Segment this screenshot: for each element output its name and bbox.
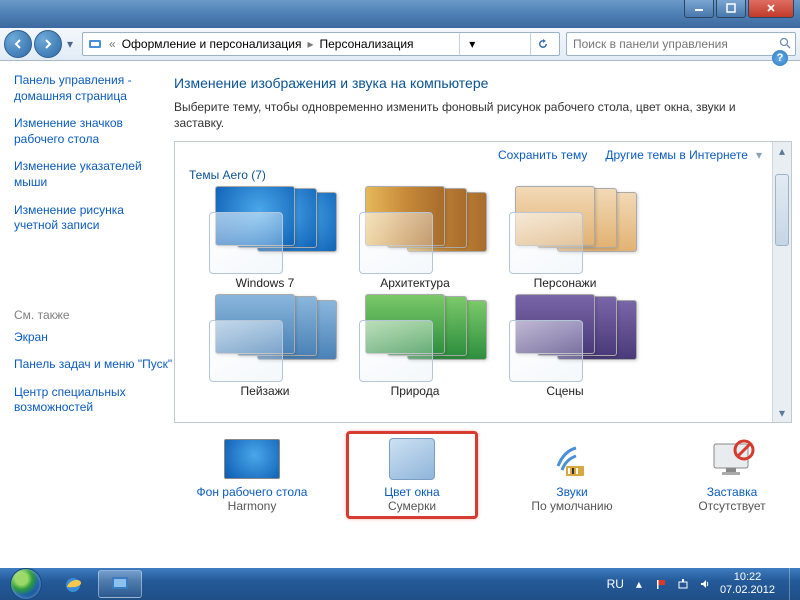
breadcrumb-arrow-icon: ▸ — [307, 37, 313, 51]
page-title: Изменение изображения и звука на компьют… — [174, 75, 792, 91]
theme-architecture[interactable]: Архитектура — [355, 186, 475, 290]
tray-network-icon[interactable] — [676, 577, 690, 591]
taskbar: RU ▴ 10:22 07.02.2012 — [0, 568, 800, 600]
sounds-icon — [544, 437, 600, 481]
tray-lang[interactable]: RU — [607, 577, 624, 591]
scroll-thumb[interactable] — [775, 174, 789, 246]
sidebar-link-account-picture[interactable]: Изменение рисунка учетной записи — [14, 203, 152, 234]
scroll-up-icon[interactable]: ▴ — [773, 142, 791, 160]
close-button[interactable] — [748, 0, 794, 18]
sidebar-link-pointers[interactable]: Изменение указателей мыши — [14, 159, 152, 190]
start-button[interactable] — [4, 569, 48, 599]
address-dropdown[interactable]: ▾ — [459, 33, 484, 55]
nav-forward-button[interactable] — [34, 30, 62, 58]
breadcrumb-sep-icon: « — [109, 37, 116, 51]
sidebar-link-home[interactable]: Панель управления - домашняя страница — [14, 73, 152, 104]
screensaver-icon — [704, 437, 760, 481]
breadcrumb-current[interactable]: Персонализация — [319, 37, 413, 51]
theme-characters[interactable]: Персонажи — [505, 186, 625, 290]
footer-sounds[interactable]: Звуки По умолчанию — [512, 437, 632, 513]
toolbar: ▾ « Оформление и персонализация ▸ Персон… — [0, 28, 800, 61]
tray-chevron-icon[interactable]: ▴ — [632, 577, 646, 591]
online-themes-link[interactable]: Другие темы в Интернете — [605, 148, 748, 162]
page-subtitle: Выберите тему, чтобы одновременно измени… — [174, 99, 792, 131]
search-box[interactable] — [566, 32, 796, 56]
footer-screensaver[interactable]: Заставка Отсутствует — [672, 437, 792, 513]
chevron-down-icon[interactable]: ▾ — [756, 148, 762, 162]
theme-landscapes[interactable]: Пейзажи — [205, 294, 325, 398]
theme-nature[interactable]: Природа — [355, 294, 475, 398]
control-panel-window: ▾ « Оформление и персонализация ▸ Персон… — [0, 0, 800, 568]
footer-window-color[interactable]: Цвет окна Сумерки — [352, 437, 472, 513]
minimize-button[interactable] — [684, 0, 714, 18]
breadcrumb-parent[interactable]: Оформление и персонализация — [122, 37, 302, 51]
main-content: Изменение изображения и звука на компьют… — [166, 61, 800, 568]
nav-back-button[interactable] — [4, 30, 32, 58]
titlebar — [0, 0, 800, 28]
personalization-icon — [87, 36, 103, 52]
theme-windows7[interactable]: Windows 7 — [205, 186, 325, 290]
nav-history-dropdown[interactable]: ▾ — [64, 37, 76, 51]
save-theme-link[interactable]: Сохранить тему — [498, 148, 587, 162]
sidebar: Панель управления - домашняя страница Из… — [0, 61, 166, 568]
search-input[interactable] — [571, 36, 779, 52]
tray-clock[interactable]: 10:22 07.02.2012 — [720, 571, 775, 596]
themes-list: Сохранить тему Другие темы в Интернете ▾… — [174, 141, 792, 423]
maximize-button[interactable] — [716, 0, 746, 18]
theme-group-label: Темы Aero (7) — [189, 168, 762, 182]
show-desktop-button[interactable] — [789, 568, 800, 600]
tray-flag-icon[interactable] — [654, 577, 668, 591]
themes-scrollbar[interactable]: ▴ ▾ — [772, 142, 791, 422]
address-bar[interactable]: « Оформление и персонализация ▸ Персонал… — [82, 32, 560, 56]
taskbar-ie[interactable] — [52, 571, 94, 597]
sidebar-link-desktop-icons[interactable]: Изменение значков рабочего стола — [14, 116, 152, 147]
footer-desktop-background[interactable]: Фон рабочего стола Harmony — [192, 437, 312, 513]
tray-volume-icon[interactable] — [698, 577, 712, 591]
refresh-button[interactable] — [530, 33, 555, 55]
theme-scenes[interactable]: Сцены — [505, 294, 625, 398]
taskbar-control-panel[interactable] — [98, 570, 142, 598]
scroll-down-icon[interactable]: ▾ — [773, 404, 791, 422]
